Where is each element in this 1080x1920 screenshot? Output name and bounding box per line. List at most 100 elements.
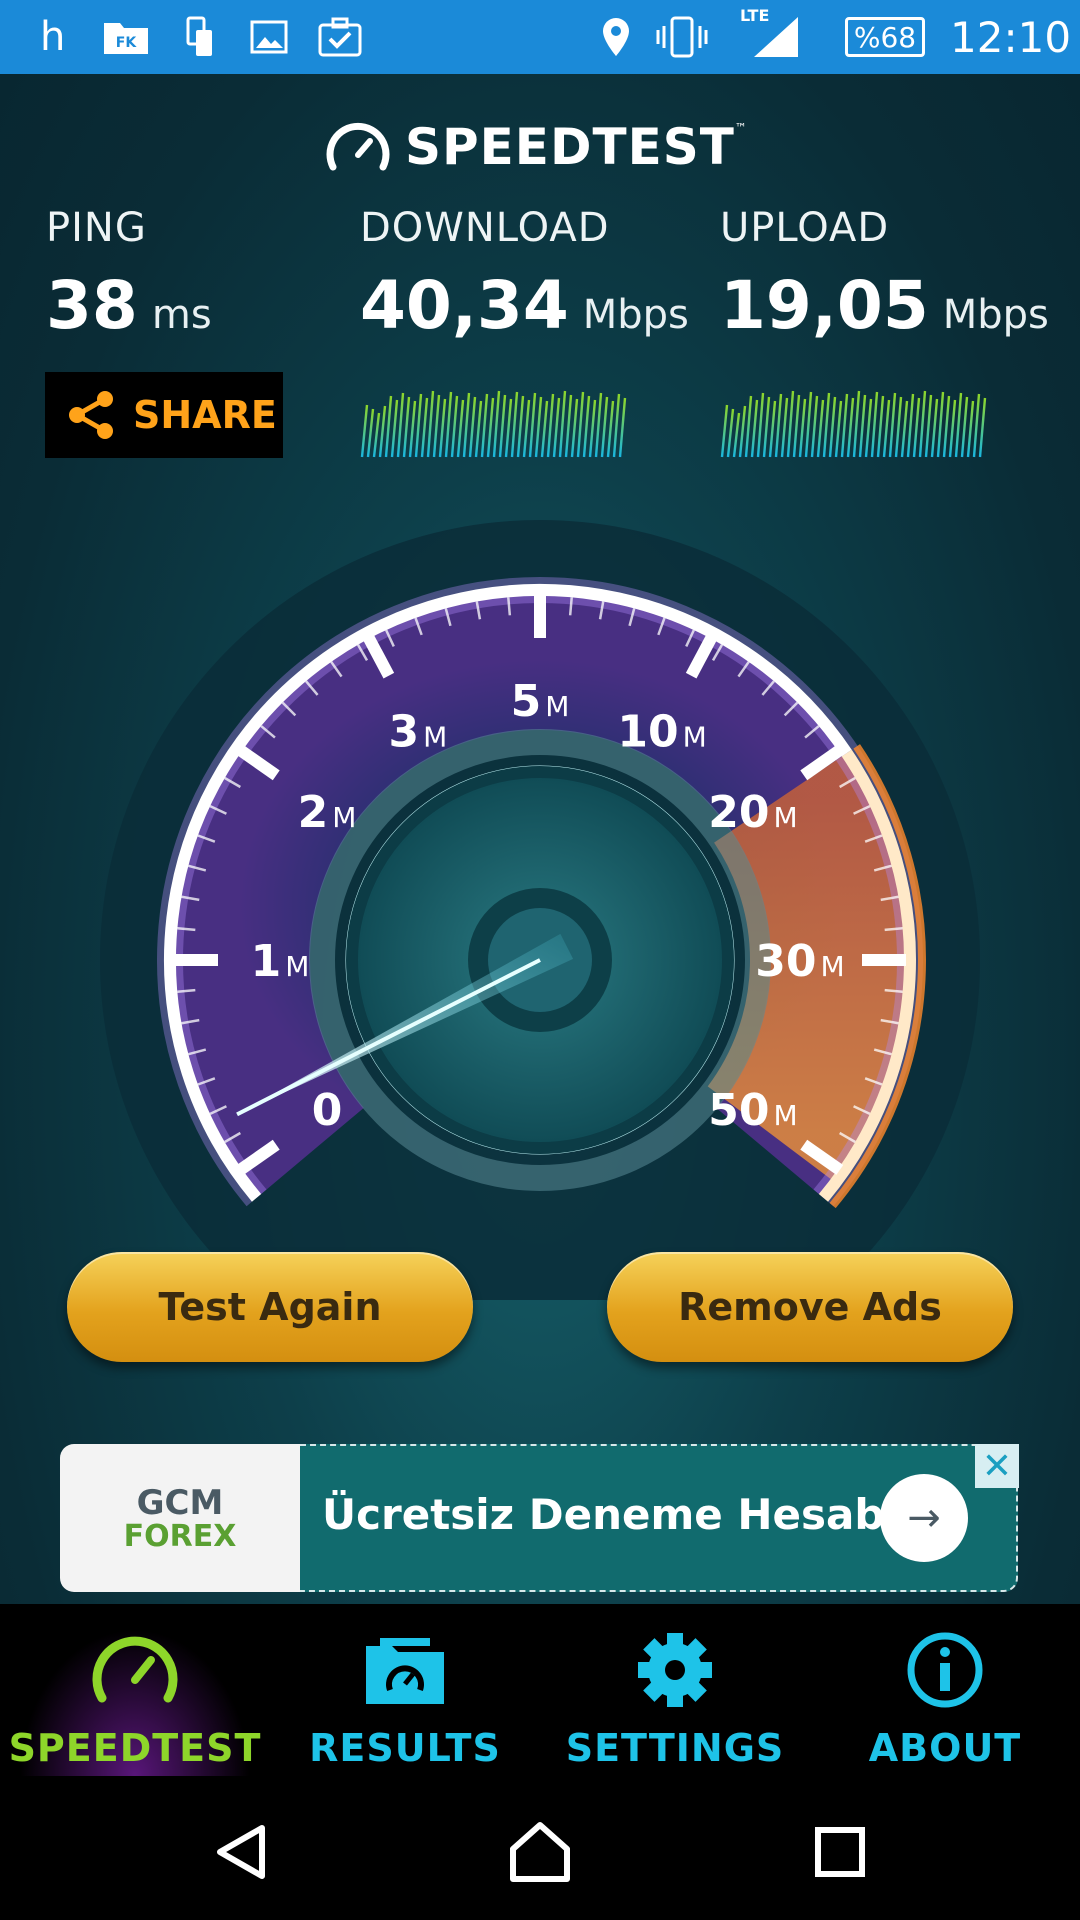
remove-ads-button[interactable]: Remove Ads	[607, 1252, 1013, 1362]
sparkline-bar	[534, 396, 543, 458]
sparkline-bar	[504, 398, 513, 458]
sparkline-bar	[768, 400, 777, 458]
ad-close-icon[interactable]: ✕	[975, 1444, 1019, 1488]
vibrate-icon	[654, 0, 710, 74]
back-icon[interactable]	[202, 1812, 282, 1892]
sparkline-bar	[510, 391, 519, 458]
sparkline-bar	[552, 397, 561, 458]
sparkline-bar	[432, 394, 441, 458]
sparkline-bar	[588, 399, 597, 458]
ad-arrow-icon[interactable]: →	[880, 1474, 968, 1562]
tab-settings[interactable]: SETTINGS	[540, 1604, 810, 1776]
share-button[interactable]: SHARE	[45, 372, 283, 458]
tab-about-label: ABOUT	[868, 1726, 1022, 1770]
gear-icon	[638, 1633, 712, 1707]
carrier-letter: h	[40, 14, 66, 60]
ad-body[interactable]: Ücretsiz Deneme Hesabı →	[300, 1444, 1018, 1592]
sparkline-bar	[900, 400, 909, 458]
sparkline-bar	[966, 400, 975, 458]
sparkline-bar	[810, 395, 819, 458]
tab-results[interactable]: RESULTS	[270, 1604, 540, 1776]
sparkline-bar	[846, 397, 855, 458]
ping-metric: PING 38 ms	[46, 205, 212, 344]
sparkline-bar	[480, 393, 489, 458]
sparkline-bar	[594, 392, 603, 458]
ping-unit: ms	[151, 292, 212, 338]
sparkline-bar	[618, 397, 627, 458]
device-transfer-icon	[184, 0, 214, 74]
sparkline-bar	[972, 393, 981, 458]
sparkline-bar	[420, 397, 429, 458]
svg-text:FK: FK	[116, 35, 138, 51]
sparkline-bar	[390, 399, 399, 458]
sparkline-bar	[462, 392, 471, 458]
sparkline-bar	[414, 393, 423, 458]
upload-value: 19,05	[720, 267, 929, 344]
sparkline-bar	[468, 396, 477, 458]
sparkline-bar	[378, 405, 387, 458]
tab-speedtest[interactable]: SPEEDTEST	[0, 1604, 270, 1776]
sparkline-bar	[780, 397, 789, 458]
sparkline-bar	[852, 390, 861, 458]
bottom-navigation: SPEEDTEST RESULTS SETTINGS ABOUT	[0, 1604, 1080, 1776]
sparkline-bar	[786, 390, 795, 458]
sparkline-bar	[582, 395, 591, 458]
sparkline-bar	[942, 395, 951, 458]
sparkline-bar	[798, 398, 807, 458]
sparkline-bar	[774, 393, 783, 458]
sparkline-bar	[456, 399, 465, 458]
test-again-button[interactable]: Test Again	[67, 1252, 473, 1362]
sparkline-bar	[978, 397, 987, 458]
sparkline-bar	[528, 392, 537, 458]
sparkline-bar	[558, 390, 567, 458]
sparkline-bar	[606, 400, 615, 458]
sparkline-bar	[408, 400, 417, 458]
speedtest-logo: SPEEDTEST ™	[325, 115, 747, 179]
upload-metric: UPLOAD 19,05 Mbps	[720, 205, 1049, 344]
sparkline-bar	[906, 393, 915, 458]
home-icon[interactable]	[500, 1812, 580, 1892]
sparkline-bar	[858, 394, 867, 458]
upload-label: UPLOAD	[720, 205, 890, 251]
ad-logo: GCM FOREX	[60, 1444, 300, 1592]
speed-gauge: 01 M2 M3 M5 M 10 M20 M30 M50 M	[100, 520, 980, 1300]
ping-label: PING	[46, 205, 147, 251]
sparkline-bar	[600, 396, 609, 458]
folder-notification-icon: FK	[102, 0, 150, 74]
sparkline-bar	[840, 393, 849, 458]
sparkline-bar	[930, 398, 939, 458]
sparkline-bar	[426, 390, 435, 458]
sparkline-bar	[498, 394, 507, 458]
sparkline-bar	[756, 392, 765, 458]
sparkline-bar	[876, 395, 885, 458]
download-value: 40,34	[360, 267, 569, 344]
speedometer-icon	[92, 1636, 178, 1703]
sparkline-bar	[828, 396, 837, 458]
ad-headline: Ücretsiz Deneme Hesabı	[322, 1490, 899, 1539]
sparkline-bar	[540, 400, 549, 458]
tab-about[interactable]: ABOUT	[810, 1604, 1080, 1776]
sparkline-bar	[492, 390, 501, 458]
upload-sparkline	[720, 390, 987, 458]
sparkline-bar	[888, 392, 897, 458]
tab-results-label: RESULTS	[309, 1726, 501, 1770]
sparkline-bar	[402, 396, 411, 458]
sparkline-bar	[546, 393, 555, 458]
speedometer-logo-icon	[326, 122, 390, 171]
info-icon	[907, 1632, 983, 1708]
sparkline-bar	[372, 412, 381, 458]
sparkline-bar	[444, 391, 453, 458]
sparkline-bar	[834, 400, 843, 458]
sparkline-bar	[576, 391, 585, 458]
sparkline-bar	[384, 395, 393, 458]
tab-speedtest-label: SPEEDTEST	[8, 1726, 262, 1770]
sparkline-bar	[612, 393, 621, 458]
sparkline-bar	[732, 412, 741, 458]
sparkline-bar	[438, 398, 447, 458]
location-icon	[600, 0, 632, 74]
recents-icon[interactable]	[800, 1812, 880, 1892]
sparkline-bar	[720, 404, 729, 458]
download-unit: Mbps	[582, 292, 689, 338]
tab-settings-label: SETTINGS	[565, 1726, 785, 1770]
ad-banner[interactable]: GCM FOREX Ücretsiz Deneme Hesabı →	[60, 1444, 1018, 1592]
